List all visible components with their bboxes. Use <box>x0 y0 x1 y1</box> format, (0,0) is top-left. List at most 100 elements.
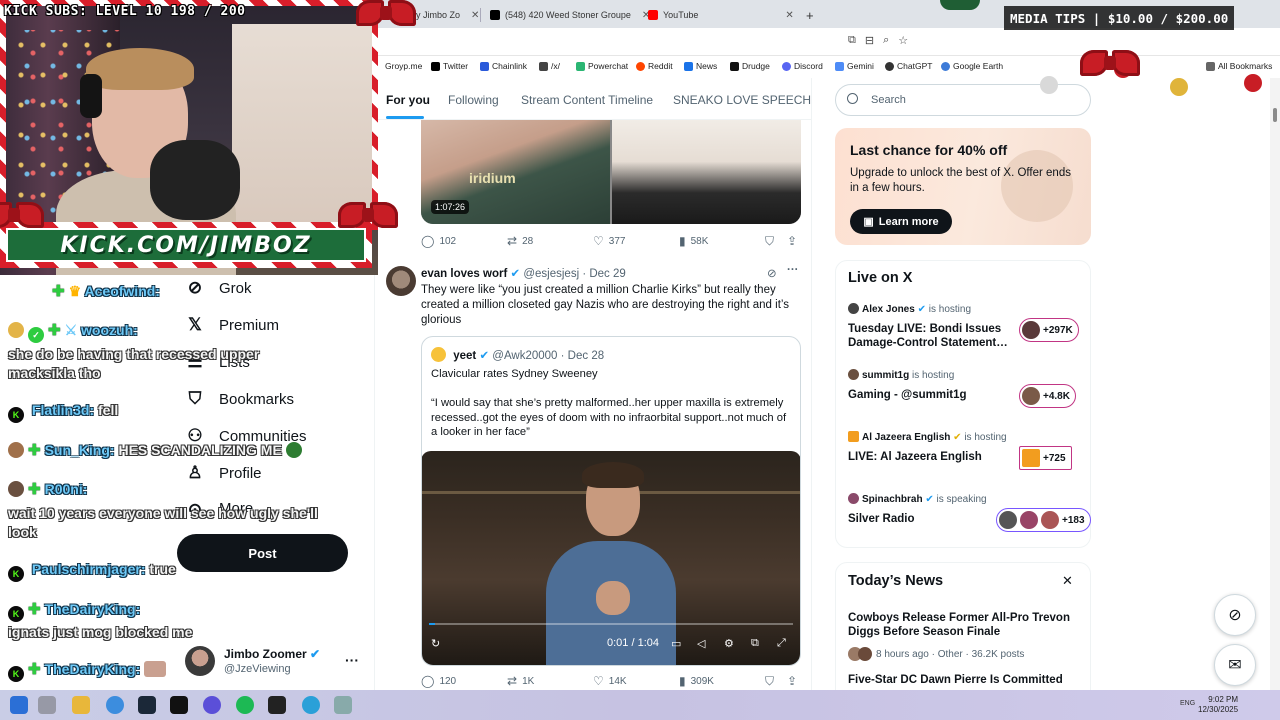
live-item[interactable]: Al Jazeera English ✔ is hosting LIVE: Al… <box>848 431 1084 487</box>
kick-subs-goal: KICK SUBS: LEVEL 10 198 / 200 <box>4 4 246 19</box>
chat-text: ignats just mog blocked me <box>8 624 193 640</box>
browser-tab-1[interactable]: by Jimbo Zo ✕ <box>405 4 485 26</box>
install-icon[interactable]: ⧉ <box>848 34 856 47</box>
views-button[interactable]: ▮ 309K <box>679 674 714 688</box>
settings-icon[interactable]: ⚙ <box>724 637 734 650</box>
browser-tab-3[interactable]: YouTube ✕ <box>642 4 800 26</box>
replay-icon[interactable]: ↻ <box>431 637 440 650</box>
spotify-icon[interactable] <box>236 696 254 714</box>
bookmark-groyp[interactable]: Groyp.me <box>385 61 422 71</box>
live-item[interactable]: summit1g is hosting Gaming - @summit1g +… <box>848 369 1084 425</box>
grok-icon[interactable]: ⊘ <box>1214 594 1256 636</box>
share-button[interactable]: ⇪ <box>787 674 797 688</box>
avatar <box>431 347 446 362</box>
windows-start-icon[interactable] <box>10 696 28 714</box>
premium-promo-card: Last chance for 40% off Upgrade to unloc… <box>835 128 1091 245</box>
clock-time: 9:02 PM <box>1208 695 1239 704</box>
tweet-date[interactable]: · Dec 29 <box>582 268 625 280</box>
quoted-tweet[interactable]: yeet ✔ @Awk20000 · Dec 28 Clavicular rat… <box>421 336 801 666</box>
live-listener-count: +4.8K <box>1019 384 1076 408</box>
channel-banner-text: KICK.COM/JIMBOZ <box>60 232 312 258</box>
bookmark-button[interactable]: ⛉ <box>765 674 774 689</box>
close-icon[interactable]: ✕ <box>471 10 479 21</box>
bookmark-google-earth[interactable]: Google Earth <box>941 61 1003 71</box>
omnibox-icons: ⧉ ⊟ ⌕ ☆ <box>848 34 908 47</box>
bookmark-twitter[interactable]: Twitter <box>431 61 468 71</box>
views-button[interactable]: ▮ 58K <box>679 234 708 248</box>
grok-icon[interactable]: ⊘ <box>767 266 777 280</box>
bookmark-powerchat[interactable]: Powerchat <box>576 61 628 71</box>
previous-tweet-media[interactable]: iridium 1:07:26 <box>421 120 801 224</box>
bookmark-chatgpt[interactable]: ChatGPT <box>885 61 932 71</box>
video-hair <box>582 462 644 488</box>
tab-sneako-love-speech[interactable]: SNEAKO LOVE SPEECH <box>673 93 811 107</box>
repost-button[interactable]: ⇄ 28 <box>507 234 533 248</box>
captions-icon[interactable]: ▭ <box>671 637 681 650</box>
app-icon[interactable] <box>268 696 286 714</box>
file-explorer-icon[interactable] <box>72 696 90 714</box>
reply-button[interactable]: ◯ 120 <box>421 674 456 688</box>
close-icon[interactable]: ✕ <box>1062 573 1073 589</box>
fullscreen-icon[interactable]: ⤢ <box>777 637 786 650</box>
zoom-icon[interactable]: ⌕ <box>883 34 889 47</box>
bookmark-chainlink[interactable]: Chainlink <box>480 61 527 71</box>
all-bookmarks[interactable]: All Bookmarks <box>1206 61 1272 71</box>
tab-for-you[interactable]: For you <box>386 93 430 107</box>
telegram-icon[interactable] <box>302 696 320 714</box>
repost-button[interactable]: ⇄ 1K <box>507 674 534 688</box>
share-icon: ⇪ <box>787 234 798 248</box>
tab-stream-content-timeline[interactable]: Stream Content Timeline <box>521 93 653 107</box>
x-logo-icon <box>490 10 500 20</box>
bookmark-reddit[interactable]: Reddit <box>636 61 673 71</box>
verified-icon: ✔ <box>479 350 490 362</box>
learn-more-button[interactable]: ▣ Learn more <box>850 209 952 234</box>
clock[interactable]: 9:02 PM 12/30/2025 <box>1198 695 1238 715</box>
timeline: iridium 1:07:26 ◯ 102 ⇄ 28 ♡ 377 ▮ 58K ⛉ ⇪ e… <box>374 78 812 690</box>
share-button[interactable]: ⇪ <box>787 234 797 248</box>
bookmark-button[interactable]: ⛉ <box>765 234 774 249</box>
author-name[interactable]: evan loves worf <box>421 268 507 280</box>
bookmark-gemini[interactable]: Gemini <box>835 61 874 71</box>
app-icon[interactable] <box>334 696 352 714</box>
input-language[interactable]: ENG <box>1180 700 1195 707</box>
chat-message: ✓ ✚ ⚔ woozuh: <box>8 321 368 343</box>
more-options-icon[interactable]: ··· <box>787 264 799 276</box>
close-icon[interactable]: ✕ <box>785 10 793 21</box>
reply-button[interactable]: ◯ 102 <box>421 234 456 248</box>
video-hands <box>596 581 630 615</box>
steam-icon[interactable] <box>138 696 156 714</box>
pip-icon[interactable]: ⧉ <box>751 637 759 650</box>
news-headline[interactable]: Five-Star DC Dawn Pierre Is Committed <box>848 674 1063 686</box>
tweet-header: evan loves worf ✔ @esjesjesj · Dec 29 ⊘ … <box>421 264 801 280</box>
messages-icon[interactable]: ✉ <box>1214 644 1256 686</box>
news-headline[interactable]: Cowboys Release Former All-Pro Trevon Di… <box>848 611 1073 639</box>
live-item[interactable]: Spinachbrah ✔ is speaking Silver Radio +… <box>848 493 1091 549</box>
video-player[interactable]: ↻ 0:01 / 1:04 ▭ ◁ ⚙ ⧉ ⤢ <box>422 451 800 665</box>
translate-icon[interactable]: ⊟ <box>865 34 874 47</box>
bookmark-discord[interactable]: Discord <box>782 61 823 71</box>
task-view-icon[interactable] <box>38 696 56 714</box>
bookmark-drudge[interactable]: Drudge <box>730 61 770 71</box>
video-progress-bar[interactable] <box>429 623 793 625</box>
like-button[interactable]: ♡ 377 <box>593 234 625 248</box>
clover-icon: ✚ <box>28 661 41 678</box>
browser-tab-2[interactable]: (548) 420 Weed Stoner Groupe ✕ <box>484 4 656 26</box>
like-button[interactable]: ♡ 14K <box>593 674 627 688</box>
scrollbar[interactable] <box>1270 78 1280 690</box>
bookmark-star-icon[interactable]: ☆ <box>898 34 908 47</box>
account-name: Jimbo Zoomer ✔ <box>224 647 320 661</box>
obs-icon[interactable] <box>203 696 221 714</box>
bookmark-news[interactable]: News <box>684 61 717 71</box>
heart-icon: ♡ <box>593 234 604 248</box>
live-item[interactable]: Alex Jones ✔ is hosting Tuesday LIVE: Bo… <box>848 303 1084 359</box>
new-tab-button[interactable]: + <box>800 4 820 26</box>
bookmark-x-board[interactable]: /x/ <box>539 61 560 71</box>
terminal-icon[interactable] <box>170 696 188 714</box>
bookmark-label: /x/ <box>551 61 560 71</box>
tab-following[interactable]: Following <box>448 93 499 107</box>
chrome-icon[interactable] <box>106 696 124 714</box>
scrollbar-thumb[interactable] <box>1273 108 1277 122</box>
author-handle[interactable]: @esjesjesj <box>523 268 579 280</box>
tab-1-title: by Jimbo Zo <box>411 10 461 20</box>
volume-icon[interactable]: ◁ <box>697 637 705 650</box>
